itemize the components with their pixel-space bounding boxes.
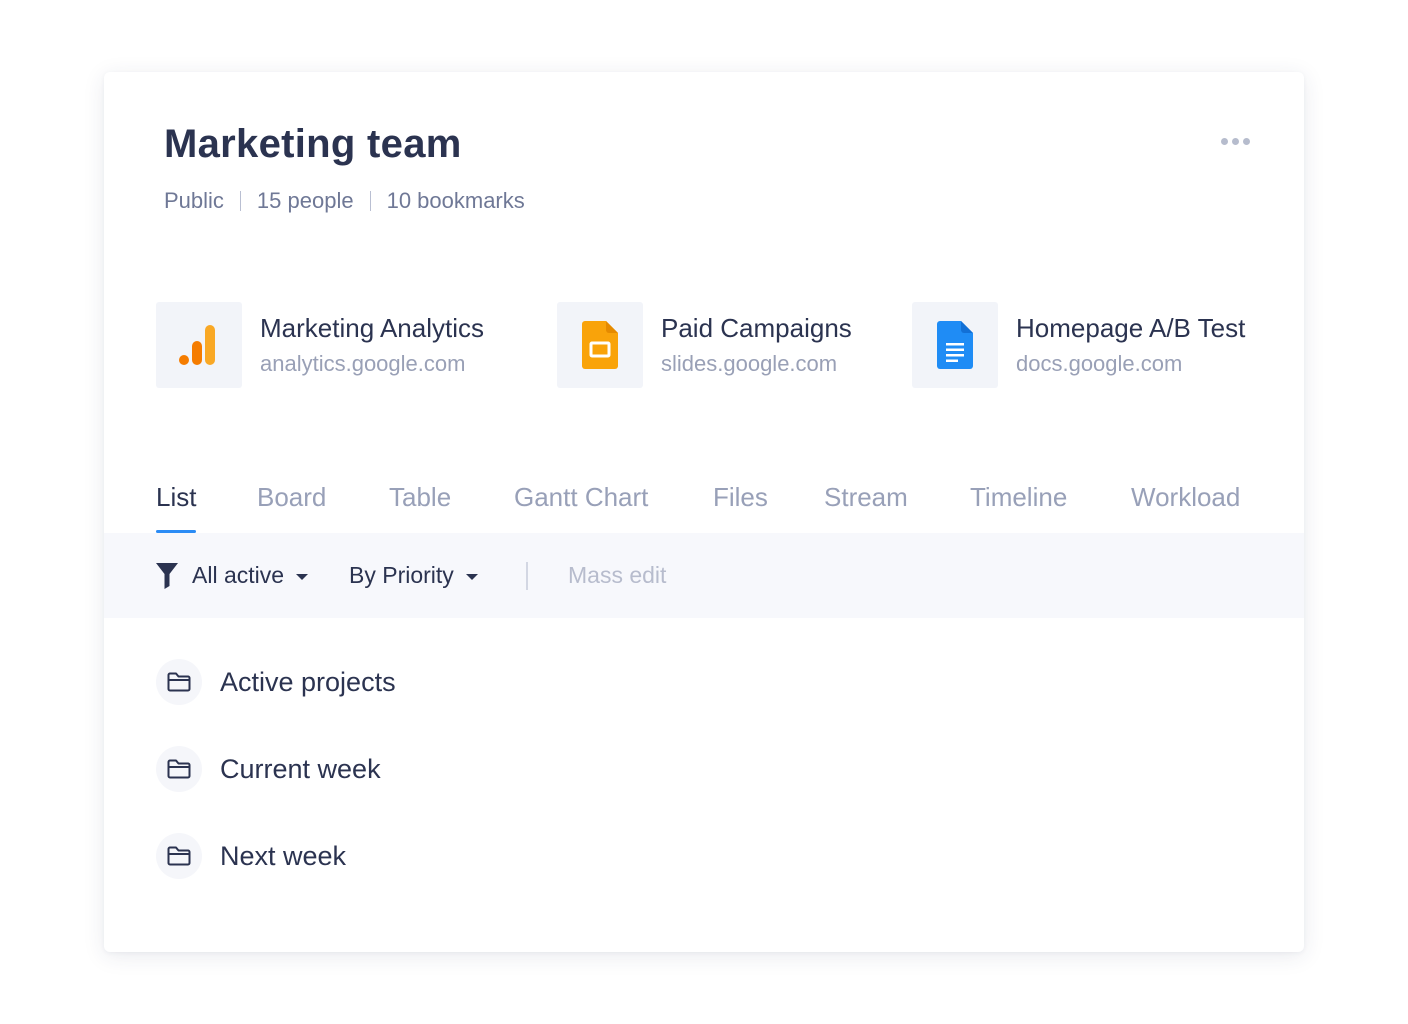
bookmark-url: docs.google.com [1016,351,1183,376]
folder-icon [156,833,202,879]
team-meta: Public 15 people 10 bookmarks [164,188,525,214]
folder-label: Next week [220,840,347,871]
mass-edit-button[interactable]: Mass edit [568,533,666,618]
tab-board[interactable]: Board [257,482,326,532]
folder-icon [156,746,202,792]
bookmarks-count[interactable]: 10 bookmarks [387,188,525,214]
people-count[interactable]: 15 people [257,188,354,214]
sort-label: By Priority [349,562,454,588]
visibility-label: Public [164,188,224,213]
meta-divider [369,191,371,211]
list-toolbar: All active By Priority Mass edit [104,533,1304,618]
bookmark-url: analytics.google.com [260,351,466,376]
sort-dropdown[interactable]: By Priority [349,533,478,618]
chevron-down-icon [296,574,309,580]
filter-dropdown[interactable]: All active [156,533,309,618]
tab-workload[interactable]: Workload [1131,482,1240,532]
meta-divider [239,191,241,211]
filter-label: All active [192,562,285,588]
tab-stream[interactable]: Stream [824,482,908,532]
toolbar-divider [526,562,528,590]
bookmark-name: Homepage A/B Test [1016,313,1246,343]
bookmark-homepage-ab-test[interactable]: Homepage A/B Test docs.google.com [912,302,1245,388]
folder-icon [156,659,202,705]
bookmark-marketing-analytics[interactable]: Marketing Analytics analytics.google.com [156,302,484,388]
more-dot-icon [1232,138,1239,145]
tab-files[interactable]: Files [713,482,768,532]
bookmark-name: Marketing Analytics [260,313,484,343]
folder-label: Current week [220,753,381,784]
view-tabs: List Board Table Gantt Chart Files Strea… [104,472,1304,533]
filter-icon [156,562,178,589]
more-options-button[interactable] [1217,134,1254,149]
more-dot-icon [1243,138,1250,145]
tab-gantt-chart[interactable]: Gantt Chart [514,482,648,532]
bookmark-paid-campaigns[interactable]: Paid Campaigns slides.google.com [557,302,852,388]
bookmark-name: Paid Campaigns [661,313,852,343]
google-analytics-icon [156,302,242,388]
folder-label: Active projects [220,666,396,697]
tab-list[interactable]: List [156,482,197,533]
google-docs-icon [912,302,998,388]
chevron-down-icon [465,574,478,580]
tab-timeline[interactable]: Timeline [970,482,1067,532]
tab-table[interactable]: Table [389,482,451,532]
folder-item-next-week[interactable]: Next week [156,833,346,879]
bookmark-url: slides.google.com [661,351,838,376]
team-card: Marketing team Public 15 people 10 bookm… [104,72,1304,952]
google-slides-icon [557,302,643,388]
page-title: Marketing team [164,122,462,166]
folder-item-current-week[interactable]: Current week [156,746,381,792]
folder-item-active-projects[interactable]: Active projects [156,659,396,705]
more-dot-icon [1221,138,1228,145]
